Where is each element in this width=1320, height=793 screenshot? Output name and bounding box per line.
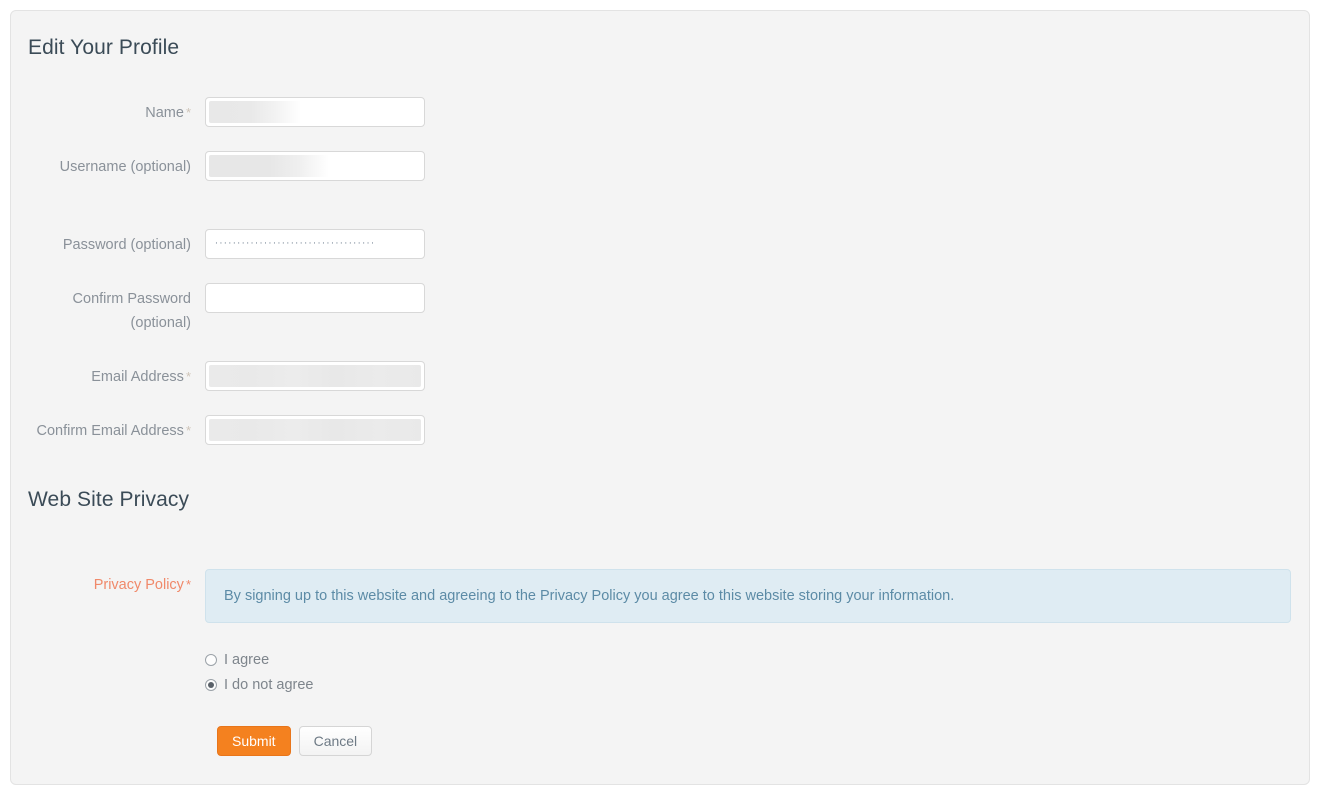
password-masked-value: ···································· — [215, 238, 376, 249]
redacted-value — [209, 365, 421, 387]
required-asterisk: * — [185, 577, 191, 592]
label-privacy-policy-text: Privacy Policy — [93, 577, 184, 593]
password-input[interactable]: ···································· — [205, 229, 425, 259]
form-row-confirm-password: Confirm Password (optional) — [11, 283, 1309, 335]
required-asterisk: * — [185, 105, 191, 120]
label-password: Password (optional) — [62, 237, 191, 253]
required-asterisk: * — [185, 423, 191, 438]
form-row-email: Email Address * — [11, 361, 1309, 391]
field-control-confirm-email — [205, 415, 425, 445]
form-row-name: Name * — [11, 97, 1309, 127]
cancel-button[interactable]: Cancel — [298, 726, 373, 756]
confirm-email-input[interactable] — [205, 415, 425, 445]
name-input[interactable] — [205, 97, 425, 127]
label-name: Name * — [11, 97, 191, 125]
confirm-password-input[interactable] — [205, 283, 425, 313]
field-control-name — [205, 97, 425, 127]
radio-option-do-not-agree-label: I do not agree — [224, 676, 314, 693]
privacy-notice-box: By signing up to this website and agreei… — [205, 569, 1291, 623]
label-email: Email Address * — [11, 361, 191, 389]
privacy-notice-text: By signing up to this website and agreei… — [224, 588, 955, 604]
field-control-confirm-password — [205, 283, 425, 313]
submit-button[interactable]: Submit — [217, 726, 291, 756]
redacted-value — [209, 155, 329, 177]
redacted-value — [209, 419, 421, 441]
label-confirm-email: Confirm Email Address * — [11, 415, 191, 443]
email-input[interactable] — [205, 361, 425, 391]
label-username: Username (optional) — [59, 159, 191, 175]
field-control-username — [205, 151, 425, 181]
profile-form-card: Edit Your Profile Name * Username (option… — [10, 10, 1310, 785]
redacted-value — [209, 101, 301, 123]
label-privacy-policy: Privacy Policy * — [11, 569, 191, 597]
radio-option-do-not-agree[interactable]: I do not agree — [205, 672, 314, 697]
form-row-confirm-email: Confirm Email Address * — [11, 415, 1309, 445]
radio-circle-selected-icon[interactable] — [205, 678, 217, 691]
label-email-text: Email Address — [91, 369, 184, 385]
label-name-text: Name — [145, 105, 184, 121]
form-row-privacy-policy: Privacy Policy * By signing up to this we… — [11, 569, 1309, 623]
radio-option-agree-label: I agree — [224, 651, 270, 668]
label-confirm-email-text: Confirm Email Address — [36, 423, 184, 439]
form-action-bar: Submit Cancel — [217, 726, 373, 756]
radio-option-agree[interactable]: I agree — [205, 647, 314, 672]
radio-circle-icon[interactable] — [205, 653, 217, 666]
field-control-email — [205, 361, 425, 391]
form-row-username: Username (optional) — [11, 151, 1309, 181]
label-confirm-password: Confirm Password (optional) — [72, 291, 191, 331]
form-row-password: Password (optional) ····················… — [11, 229, 1309, 259]
field-control-password: ···································· — [205, 229, 425, 259]
privacy-section-title: Web Site Privacy — [28, 488, 190, 511]
page-title: Edit Your Profile — [28, 36, 180, 59]
privacy-consent-radio-group: I agree I do not agree — [205, 647, 314, 697]
username-input[interactable] — [205, 151, 425, 181]
required-asterisk: * — [185, 369, 191, 384]
